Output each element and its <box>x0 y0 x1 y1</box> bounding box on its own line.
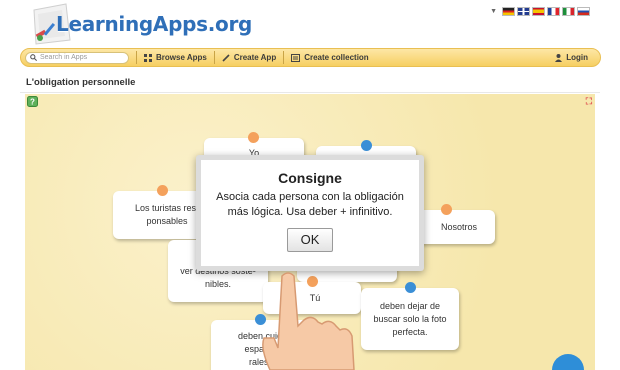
flag-de-icon[interactable] <box>502 7 515 16</box>
create-app-button[interactable]: Create App <box>222 53 276 62</box>
card-text-line: ponsables <box>146 216 188 226</box>
card-text-line: Los turistas res- <box>134 203 200 213</box>
create-app-label: Create App <box>233 53 277 62</box>
flag-fr-icon[interactable] <box>547 7 560 16</box>
card-deben-dejar[interactable]: deben dejar de buscar solo la foto perfe… <box>361 282 459 350</box>
collection-icon <box>291 53 301 62</box>
flag-en-icon[interactable] <box>517 7 530 16</box>
language-selector[interactable]: ▼ <box>490 7 590 16</box>
card-text-line: deben dejar de <box>379 300 441 311</box>
page-title: L'obligation personnelle <box>26 77 136 88</box>
logo-text[interactable]: LearningApps.org <box>56 12 252 36</box>
login-label: Login <box>566 53 588 62</box>
search-icon <box>30 54 37 61</box>
dialog-body: Consigne Asocia cada persona con la obli… <box>201 160 419 266</box>
title-divider <box>20 92 600 93</box>
pencil-icon <box>222 53 230 62</box>
dialog-line-2: más lógica. Usa deber + infinitivo. <box>227 206 393 218</box>
card-text: Nosotros <box>440 221 477 232</box>
fullscreen-icon[interactable]: ⛶ <box>586 96 592 107</box>
pin-orange-icon <box>441 204 452 215</box>
svg-text:?: ? <box>30 98 35 107</box>
toolbar-divider <box>213 51 215 64</box>
dialog-line-1: Asocia cada persona con la obligación <box>216 191 404 203</box>
login-button[interactable]: Login <box>555 53 588 62</box>
dropdown-arrow-icon[interactable]: ▼ <box>490 8 497 15</box>
card-text-line: buscar solo la foto <box>373 313 447 324</box>
toolbar-divider <box>136 51 137 64</box>
toolbar-divider <box>283 51 285 64</box>
instructions-dialog: Consigne Asocia cada persona con la obli… <box>196 155 424 271</box>
flag-it-icon[interactable] <box>562 7 575 16</box>
card-text-line: perfecta. <box>392 326 428 337</box>
search-input[interactable]: Search in Apps <box>25 51 129 64</box>
main-toolbar: Search in Apps Browse Apps Create App Cr… <box>20 48 601 67</box>
flag-ru-icon[interactable] <box>577 7 590 16</box>
user-icon <box>555 53 563 62</box>
page: LearningApps.org ▼ Search in Apps Browse… <box>0 0 620 370</box>
grid-icon <box>144 53 152 62</box>
help-icon[interactable]: ? <box>27 96 38 107</box>
browse-apps-label: Browse Apps <box>156 53 207 62</box>
pin-blue-icon <box>405 282 416 293</box>
pin-orange-icon <box>248 132 259 143</box>
create-collection-button[interactable]: Create collection <box>291 53 369 62</box>
dialog-title: Consigne <box>278 170 342 186</box>
ok-button[interactable]: OK <box>287 228 333 252</box>
pointing-hand-icon <box>262 272 355 370</box>
create-collection-label: Create collection <box>304 53 369 62</box>
pin-orange-icon <box>157 185 168 196</box>
browse-apps-button[interactable]: Browse Apps <box>144 53 207 62</box>
search-placeholder: Search in Apps <box>40 54 88 61</box>
flag-es-icon[interactable] <box>532 7 545 16</box>
card-text-line: nibles. <box>204 278 231 289</box>
dialog-message: Asocia cada persona con la obligación má… <box>201 190 419 220</box>
pin-blue-icon <box>361 140 372 151</box>
